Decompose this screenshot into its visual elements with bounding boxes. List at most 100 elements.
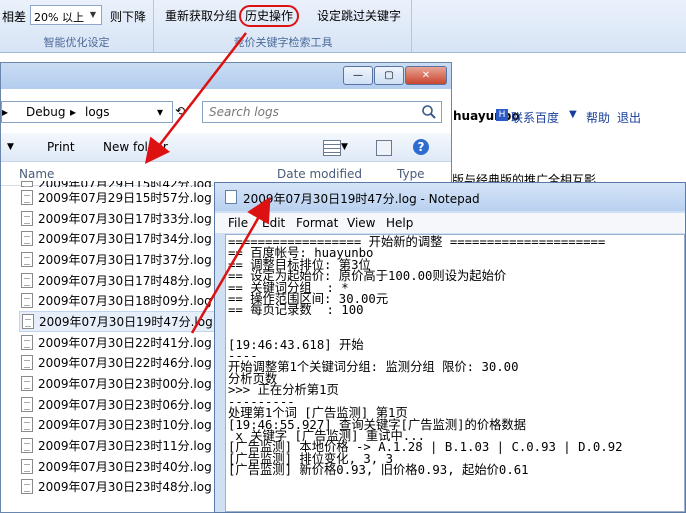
file-icon bbox=[21, 189, 33, 205]
file-list: 2009年07月29日15时42分.log 2009年07月29日15时57分.… bbox=[19, 181, 219, 497]
file-icon bbox=[21, 438, 33, 454]
refetch-groups-button[interactable]: 重新获取分组 bbox=[161, 5, 241, 27]
notepad-text-area[interactable]: ================== 开始新的调整 ==============… bbox=[225, 234, 685, 512]
column-date-modified[interactable]: Date modified bbox=[277, 167, 362, 181]
maximize-icon[interactable]: ▢ bbox=[374, 66, 404, 85]
file-icon bbox=[21, 181, 33, 187]
background-page: huayunbo H 联系百度 ▼ 帮助 退出 版与经典版的推广全相互影 bbox=[452, 95, 686, 187]
file-name: 2009年07月30日17时33分.log bbox=[38, 211, 212, 226]
menu-file[interactable]: File bbox=[228, 216, 248, 230]
chevron-down-icon[interactable]: ▼ bbox=[569, 109, 577, 120]
logout-link[interactable]: 退出 bbox=[617, 109, 641, 126]
list-item[interactable]: 2009年07月30日18时09分.log bbox=[19, 290, 219, 311]
menu-format[interactable]: Format bbox=[296, 216, 338, 230]
file-name: 2009年07月30日17时48分.log bbox=[38, 273, 212, 288]
file-icon bbox=[21, 479, 33, 495]
file-icon bbox=[22, 313, 34, 329]
smart-optimize-group: 相差 20% 以上 ▼ 则下降 智能优化设定 bbox=[0, 0, 154, 52]
search-input[interactable]: Search logs bbox=[202, 101, 442, 123]
file-icon bbox=[21, 458, 33, 474]
preview-pane-icon[interactable] bbox=[376, 140, 392, 156]
file-icon bbox=[21, 231, 33, 247]
list-item[interactable]: 2009年07月30日23时11分.log bbox=[19, 435, 219, 456]
column-name[interactable]: Name bbox=[19, 167, 54, 181]
list-item[interactable]: 2009年07月30日23时48分.log bbox=[19, 477, 219, 498]
file-name: 2009年07月30日22时46分.log bbox=[38, 356, 212, 371]
list-item[interactable]: 2009年07月30日17时48分.log bbox=[19, 270, 219, 291]
list-item[interactable]: 2009年07月30日23时06分.log bbox=[19, 394, 219, 415]
chevron-right-icon: ▸ bbox=[2, 105, 9, 119]
file-icon bbox=[21, 417, 33, 433]
diff-label: 相差 bbox=[2, 10, 27, 24]
percent-select[interactable]: 20% 以上 ▼ bbox=[30, 5, 102, 25]
keyword-tools-group: 重新获取分组 历史操作 设定跳过关键字 竞价关键字检索工具 bbox=[155, 0, 412, 52]
skip-keywords-button[interactable]: 设定跳过关键字 bbox=[313, 5, 405, 27]
log-content: ================== 开始新的调整 ==============… bbox=[228, 235, 623, 478]
notepad-title: 2009年07月30日19时47分.log - Notepad bbox=[243, 192, 480, 206]
help-link[interactable]: 帮助 bbox=[586, 109, 610, 126]
notepad-window[interactable]: 2009年07月30日19时47分.log - Notepad File Edi… bbox=[214, 182, 686, 513]
list-item[interactable]: 2009年07月30日17时33分.log bbox=[19, 208, 219, 229]
notepad-icon bbox=[225, 190, 237, 204]
file-name: 2009年07月30日23时10分.log bbox=[38, 418, 212, 433]
group1-caption: 智能优化设定 bbox=[43, 36, 110, 49]
list-item[interactable]: 2009年07月30日17时34分.log bbox=[19, 228, 219, 249]
file-icon bbox=[21, 334, 33, 350]
then-down-label: 则下降 bbox=[110, 10, 147, 24]
list-item[interactable]: 2009年07月30日23时00分.log bbox=[19, 373, 219, 394]
file-name: 2009年07月29日15时57分.log bbox=[38, 190, 212, 205]
print-button[interactable]: Print bbox=[47, 140, 75, 154]
username: huayunbo bbox=[453, 109, 520, 123]
minimize-icon[interactable]: — bbox=[343, 66, 373, 85]
help-icon[interactable]: ? bbox=[413, 139, 429, 155]
file-icon bbox=[21, 396, 33, 412]
file-name: 2009年07月30日22时41分.log bbox=[38, 335, 212, 350]
list-item-partial[interactable]: 2009年07月29日15时42分.log bbox=[19, 181, 219, 187]
file-name: 2009年07月30日19时47分.log bbox=[39, 314, 213, 329]
search-placeholder: Search logs bbox=[209, 105, 279, 119]
breadcrumb-logs[interactable]: logs bbox=[85, 105, 110, 119]
chevron-down-icon[interactable]: ▼ bbox=[7, 142, 14, 152]
file-icon bbox=[21, 355, 33, 371]
view-icon[interactable] bbox=[323, 140, 341, 156]
list-item[interactable]: 2009年07月30日19时47分.log bbox=[19, 311, 219, 332]
menu-view[interactable]: View bbox=[347, 216, 375, 230]
list-item[interactable]: 2009年07月30日22时46分.log bbox=[19, 353, 219, 374]
file-name: 2009年07月30日23时48分.log bbox=[38, 480, 212, 495]
file-icon bbox=[21, 251, 33, 267]
notepad-titlebar[interactable]: 2009年07月30日19时47分.log - Notepad bbox=[215, 183, 685, 211]
file-name: 2009年07月30日23时40分.log bbox=[38, 459, 212, 474]
group2-caption: 竞价关键字检索工具 bbox=[233, 36, 333, 49]
close-icon[interactable]: ✕ bbox=[405, 66, 447, 85]
list-item[interactable]: 2009年07月30日17时37分.log bbox=[19, 249, 219, 270]
percent-value: 20% 以上 bbox=[34, 11, 84, 24]
baidu-logo-icon: H bbox=[496, 109, 508, 121]
file-name: 2009年07月30日18时09分.log bbox=[38, 294, 212, 309]
history-button[interactable]: 历史操作 bbox=[239, 5, 300, 27]
list-item[interactable]: 2009年07月30日22时41分.log bbox=[19, 332, 219, 353]
chevron-down-icon[interactable]: ▾ bbox=[157, 105, 163, 119]
file-name: 2009年07月30日23时00分.log bbox=[38, 377, 212, 392]
menu-edit[interactable]: Edit bbox=[262, 216, 285, 230]
chevron-down-icon: ▼ bbox=[89, 10, 97, 19]
explorer-titlebar[interactable]: — ▢ ✕ bbox=[1, 63, 451, 89]
file-name: 2009年07月30日23时06分.log bbox=[38, 397, 212, 412]
file-name: 2009年07月30日17时37分.log bbox=[38, 252, 212, 267]
list-item[interactable]: 2009年07月29日15时57分.log bbox=[19, 187, 219, 208]
breadcrumb-debug[interactable]: Debug bbox=[26, 105, 65, 119]
file-name: 2009年07月29日15时42分.log bbox=[38, 181, 212, 187]
search-icon[interactable] bbox=[421, 104, 437, 120]
list-item[interactable]: 2009年07月30日23时40分.log bbox=[19, 456, 219, 477]
notepad-menubar: File Edit Format View Help bbox=[215, 213, 685, 233]
explorer-toolbar: ▼ Print New folder ▼ ? bbox=[1, 133, 451, 162]
menu-help[interactable]: Help bbox=[386, 216, 413, 230]
file-name: 2009年07月30日23时11分.log bbox=[38, 439, 212, 454]
contact-baidu-link[interactable]: 联系百度 bbox=[511, 109, 559, 126]
refresh-icon[interactable]: ⟲ bbox=[175, 104, 197, 126]
new-folder-button[interactable]: New folder bbox=[103, 140, 168, 154]
column-type[interactable]: Type bbox=[397, 167, 425, 181]
list-item[interactable]: 2009年07月30日23时10分.log bbox=[19, 415, 219, 436]
file-icon bbox=[21, 376, 33, 392]
address-bar[interactable]: ▸ Debug ▸ logs ▾ bbox=[1, 101, 173, 123]
chevron-down-icon[interactable]: ▼ bbox=[341, 142, 348, 152]
